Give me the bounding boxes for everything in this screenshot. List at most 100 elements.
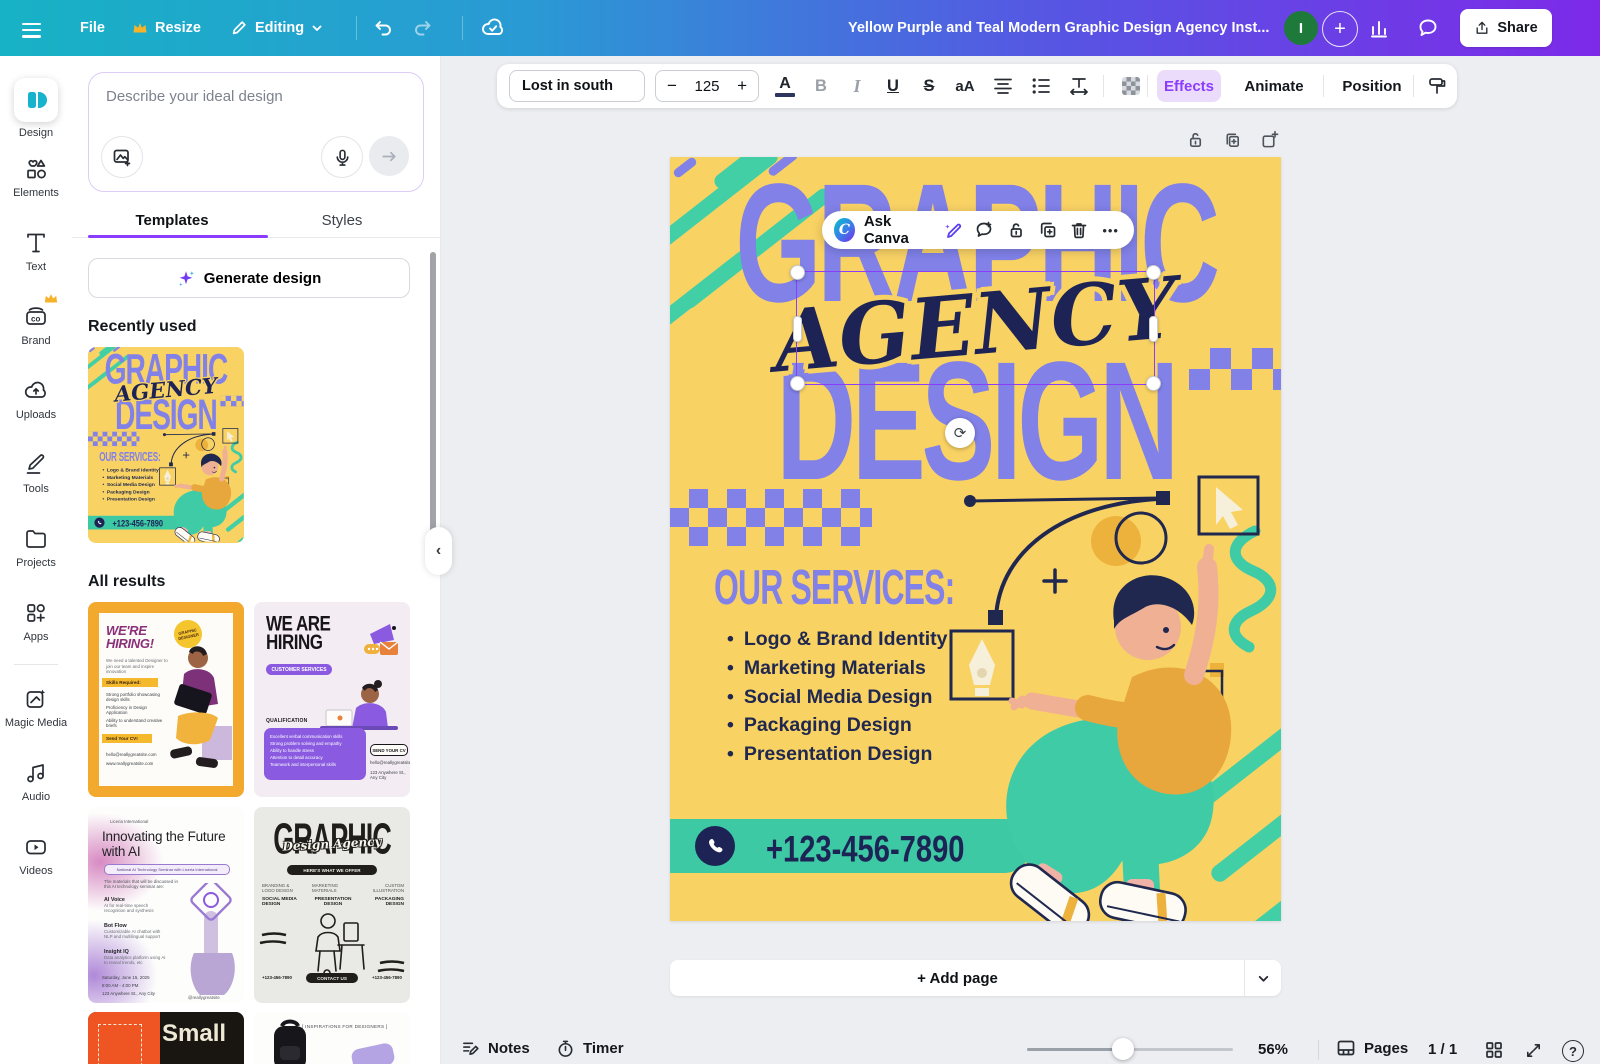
microphone-icon (333, 148, 352, 167)
submit-prompt-button[interactable] (369, 136, 409, 176)
pages-button[interactable]: Pages (1336, 1039, 1408, 1057)
redo-button[interactable] (412, 17, 434, 39)
comments-button[interactable] (1417, 17, 1439, 39)
thumb-title: Small (162, 1020, 226, 1048)
comment-add-button[interactable] (973, 217, 996, 243)
avatar[interactable]: I (1284, 11, 1318, 45)
underline-button[interactable]: U (877, 70, 909, 102)
add-member-button[interactable]: + (1322, 11, 1358, 47)
template-thumbnail-small[interactable]: Small (88, 1012, 244, 1064)
italic-button[interactable]: I (841, 70, 873, 102)
sidebar-item-uploads[interactable]: Uploads (0, 378, 72, 421)
sidebar-item-elements[interactable]: Elements (0, 156, 72, 199)
topbar-divider (462, 16, 463, 40)
decrease-font-button[interactable]: − (667, 76, 677, 96)
resize-handle-nw[interactable] (790, 265, 805, 280)
text-color-button[interactable]: A (769, 70, 801, 102)
sidebar-item-tools[interactable]: Tools (0, 452, 72, 495)
spacing-button[interactable] (1063, 70, 1095, 102)
sidebar-item-projects[interactable]: Projects (0, 526, 72, 569)
animate-button[interactable]: Animate (1239, 70, 1309, 102)
lock-page-button[interactable] (1185, 129, 1205, 149)
zoom-percent[interactable]: 56% (1258, 1041, 1288, 1058)
panel-scrollbar[interactable] (430, 252, 436, 544)
position-button[interactable]: Position (1337, 70, 1407, 102)
ask-canva-button[interactable]: Ask Canva (864, 213, 931, 247)
template-thumbnail-hiring-yellow[interactable]: WE'RE HIRING! GRAPHIC DESIGNER We need a… (88, 602, 244, 797)
list-button[interactable] (1025, 70, 1057, 102)
alignment-button[interactable] (987, 70, 1019, 102)
effects-button[interactable]: Effects (1157, 70, 1221, 102)
help-button[interactable]: ? (1562, 1040, 1584, 1062)
grid-view-icon (1484, 1040, 1504, 1060)
font-size-value[interactable]: 125 (694, 78, 719, 95)
insights-button[interactable] (1368, 17, 1390, 39)
tab-templates[interactable]: Templates (88, 200, 256, 240)
poster-services-list: Logo & Brand Identity Marketing Material… (727, 625, 947, 769)
delete-button[interactable] (1068, 217, 1091, 243)
sidebar-item-brand[interactable]: co Brand (0, 304, 72, 347)
sidebar-item-apps[interactable]: Apps (0, 600, 72, 643)
rotate-handle[interactable]: ⟳ (945, 418, 975, 448)
panel-collapse-button[interactable]: ‹ (425, 527, 452, 575)
more-options-button[interactable]: ••• (1099, 217, 1122, 243)
hamburger-menu-icon[interactable] (22, 19, 41, 42)
cloud-save-button[interactable] (480, 16, 504, 40)
menu-editing[interactable]: Editing (230, 0, 323, 56)
template-thumbnail-ai[interactable]: Liceria International Innovating the Fut… (88, 807, 244, 1003)
sidebar-label: Projects (16, 557, 56, 569)
fullscreen-button[interactable] (1524, 1041, 1543, 1060)
magic-edit-button[interactable] (941, 217, 964, 243)
zoom-slider-thumb[interactable] (1112, 1038, 1134, 1060)
notes-button[interactable]: Notes (461, 1039, 530, 1058)
transparency-button[interactable] (1115, 70, 1147, 102)
add-image-button[interactable] (101, 136, 143, 178)
poster-page[interactable]: GRAPHIC DESIGN AGENCY OUR SERVICES: Logo… (88, 347, 244, 542)
menu-file[interactable]: File (80, 0, 105, 56)
recent-template-thumbnail[interactable]: GRAPHIC DESIGN AGENCY OUR SERVICES: Logo… (88, 347, 244, 543)
template-thumbnail-inspirations[interactable]: [ INSPIRATIONS FOR DESIGNERS ] (254, 1012, 410, 1064)
copy-style-button[interactable] (1421, 70, 1453, 102)
topbar-divider (356, 16, 357, 40)
template-thumbnail-graphic-bw[interactable]: GRAPHIC Design Agency HERE'S WHAT WE OFF… (254, 807, 410, 1003)
template-thumbnail-hiring-purple[interactable]: WE ARE HIRING CUSTOMER SERVICES QUALIFIC… (254, 602, 410, 797)
text-case-button[interactable]: aA (949, 70, 981, 102)
resize-handle-ne[interactable] (1146, 265, 1161, 280)
thumb-label: QUALIFICATION (266, 718, 307, 724)
sidebar-item-videos[interactable]: Videos (0, 834, 72, 877)
voice-input-button[interactable] (321, 136, 363, 178)
sidebar-item-audio[interactable]: Audio (0, 760, 72, 803)
add-page-dropdown[interactable] (1244, 960, 1281, 996)
strikethrough-button[interactable]: S (913, 70, 945, 102)
duplicate-page-button[interactable] (1222, 129, 1242, 149)
design-title[interactable]: Yellow Purple and Teal Modern Graphic De… (848, 20, 1269, 36)
help-icon: ? (1569, 1044, 1577, 1059)
sidebar-item-text[interactable]: Text (0, 230, 72, 273)
prompt-input[interactable] (104, 87, 408, 106)
thumb-pill: Send Your CV! (102, 734, 152, 743)
thumb-phone: +123-456-7890 (372, 975, 402, 980)
tab-styles[interactable]: Styles (258, 200, 426, 240)
resize-handle-w[interactable] (793, 316, 802, 342)
bold-button[interactable]: B (805, 70, 837, 102)
grid-view-button[interactable] (1484, 1040, 1504, 1060)
increase-font-button[interactable]: + (737, 76, 747, 96)
sidebar-item-design[interactable]: Design (0, 78, 72, 139)
share-button[interactable]: Share (1460, 9, 1552, 47)
sidebar-item-magic-media[interactable]: Magic Media (0, 686, 72, 729)
duplicate-button[interactable] (1036, 217, 1059, 243)
timer-button[interactable]: Timer (556, 1039, 624, 1058)
resize-handle-se[interactable] (1146, 376, 1161, 391)
resize-handle-sw[interactable] (790, 376, 805, 391)
generate-design-button[interactable]: Generate design (88, 258, 410, 298)
undo-button[interactable] (372, 17, 394, 39)
lock-button[interactable] (1005, 217, 1028, 243)
add-page-above-button[interactable] (1259, 129, 1279, 149)
font-family-selector[interactable]: Lost in south (509, 70, 645, 102)
crown-icon (132, 21, 148, 35)
add-page-button[interactable]: + Add page (670, 960, 1281, 996)
resize-handle-e[interactable] (1149, 316, 1158, 342)
thumb-bullet: Proficiency in Design Application (106, 705, 166, 716)
menu-resize[interactable]: Resize (132, 0, 201, 56)
selection-box[interactable] (796, 271, 1155, 385)
